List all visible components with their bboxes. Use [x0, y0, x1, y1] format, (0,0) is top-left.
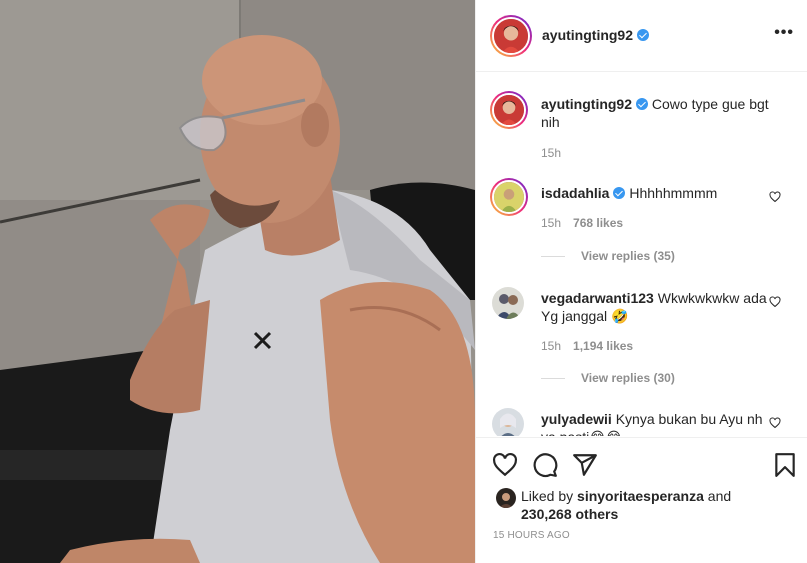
author-username[interactable]: ayutingting92 — [542, 27, 633, 43]
caption-username[interactable]: ayutingting92 — [541, 96, 632, 112]
comment-text: Hhhhhmmmm — [629, 185, 718, 201]
caption-avatar-image — [494, 95, 524, 125]
post-photo[interactable] — [0, 0, 475, 563]
liked-by-text: Liked by sinyoritaesperanza and 230,268 … — [521, 487, 781, 523]
commenter-avatar-image — [494, 182, 524, 212]
comment-text-block: isdadahlia Hhhhhmmmm — [541, 184, 771, 202]
commenter-username[interactable]: vegadarwanti123 — [541, 290, 654, 306]
comment-text-block: vegadarwanti123 Wkwkwkwkw ada Yg janggal… — [541, 289, 771, 325]
commenter-username[interactable]: yulyadewii — [541, 411, 612, 427]
more-options-icon[interactable]: ••• — [774, 25, 794, 41]
author-avatar[interactable] — [490, 15, 532, 57]
comment-like-heart-icon[interactable] — [769, 191, 781, 203]
commenter-username[interactable]: isdadahlia — [541, 185, 609, 201]
caption-meta: 15h — [541, 146, 561, 160]
liked-by-user[interactable]: sinyoritaesperanza — [577, 488, 704, 504]
comment-meta: 15h 1,194 likes — [541, 339, 633, 353]
view-replies-button[interactable]: View replies (35) — [541, 249, 675, 263]
commenter-avatar[interactable] — [492, 287, 524, 319]
heart-icon[interactable] — [492, 452, 518, 478]
liked-by-avatar[interactable] — [496, 488, 516, 508]
commenter-avatar[interactable] — [492, 408, 524, 436]
bookmark-icon[interactable] — [772, 452, 798, 478]
caption-time[interactable]: 15h — [541, 146, 561, 160]
liked-by-prefix: Liked by — [521, 488, 574, 504]
caption-avatar[interactable] — [490, 91, 528, 129]
post-photo-illustration — [0, 0, 475, 563]
commenter-avatar-image — [492, 408, 524, 436]
comment-time[interactable]: 15h — [541, 339, 561, 353]
share-icon[interactable] — [572, 452, 598, 478]
comment-like-heart-icon[interactable] — [769, 296, 781, 308]
view-replies-button[interactable]: View replies (30) — [541, 371, 675, 385]
view-replies-label: View replies (35) — [581, 249, 675, 263]
comment-likes[interactable]: 1,194 likes — [573, 339, 633, 353]
view-replies-label: View replies (30) — [581, 371, 675, 385]
comment-like-heart-icon[interactable] — [769, 417, 781, 429]
liked-by-and: and — [707, 488, 732, 504]
comment-text-block: yulyadewii Kynya bukan bu Ayu nh ya past… — [541, 410, 771, 436]
author-avatar-image — [494, 19, 528, 53]
comment-icon[interactable] — [532, 452, 558, 478]
post-header: ayutingting92 ••• — [476, 0, 807, 72]
comment-likes[interactable]: 768 likes — [573, 216, 623, 230]
post-sidebar: ayutingting92 ••• ayutingting92 Cowo typ… — [475, 0, 807, 563]
post-actions: Liked by sinyoritaesperanza and 230,268 … — [476, 437, 807, 563]
commenter-avatar-image — [492, 287, 524, 319]
liked-count[interactable]: 230,268 others — [521, 506, 618, 522]
comment-meta: 15h 768 likes — [541, 216, 623, 230]
liked-by-avatar-image — [496, 488, 516, 508]
verified-badge-icon — [636, 98, 649, 110]
caption-text-block: ayutingting92 Cowo type gue bgt nih — [541, 95, 781, 131]
replies-divider — [541, 378, 565, 380]
verified-badge-icon — [613, 187, 626, 199]
commenter-avatar[interactable] — [490, 178, 528, 216]
comments-list: ayutingting92 Cowo type gue bgt nih 15h — [476, 73, 807, 436]
post-timestamp[interactable]: 15 HOURS AGO — [493, 530, 570, 541]
verified-badge-icon — [637, 29, 650, 41]
replies-divider — [541, 256, 565, 258]
comment-time[interactable]: 15h — [541, 216, 561, 230]
